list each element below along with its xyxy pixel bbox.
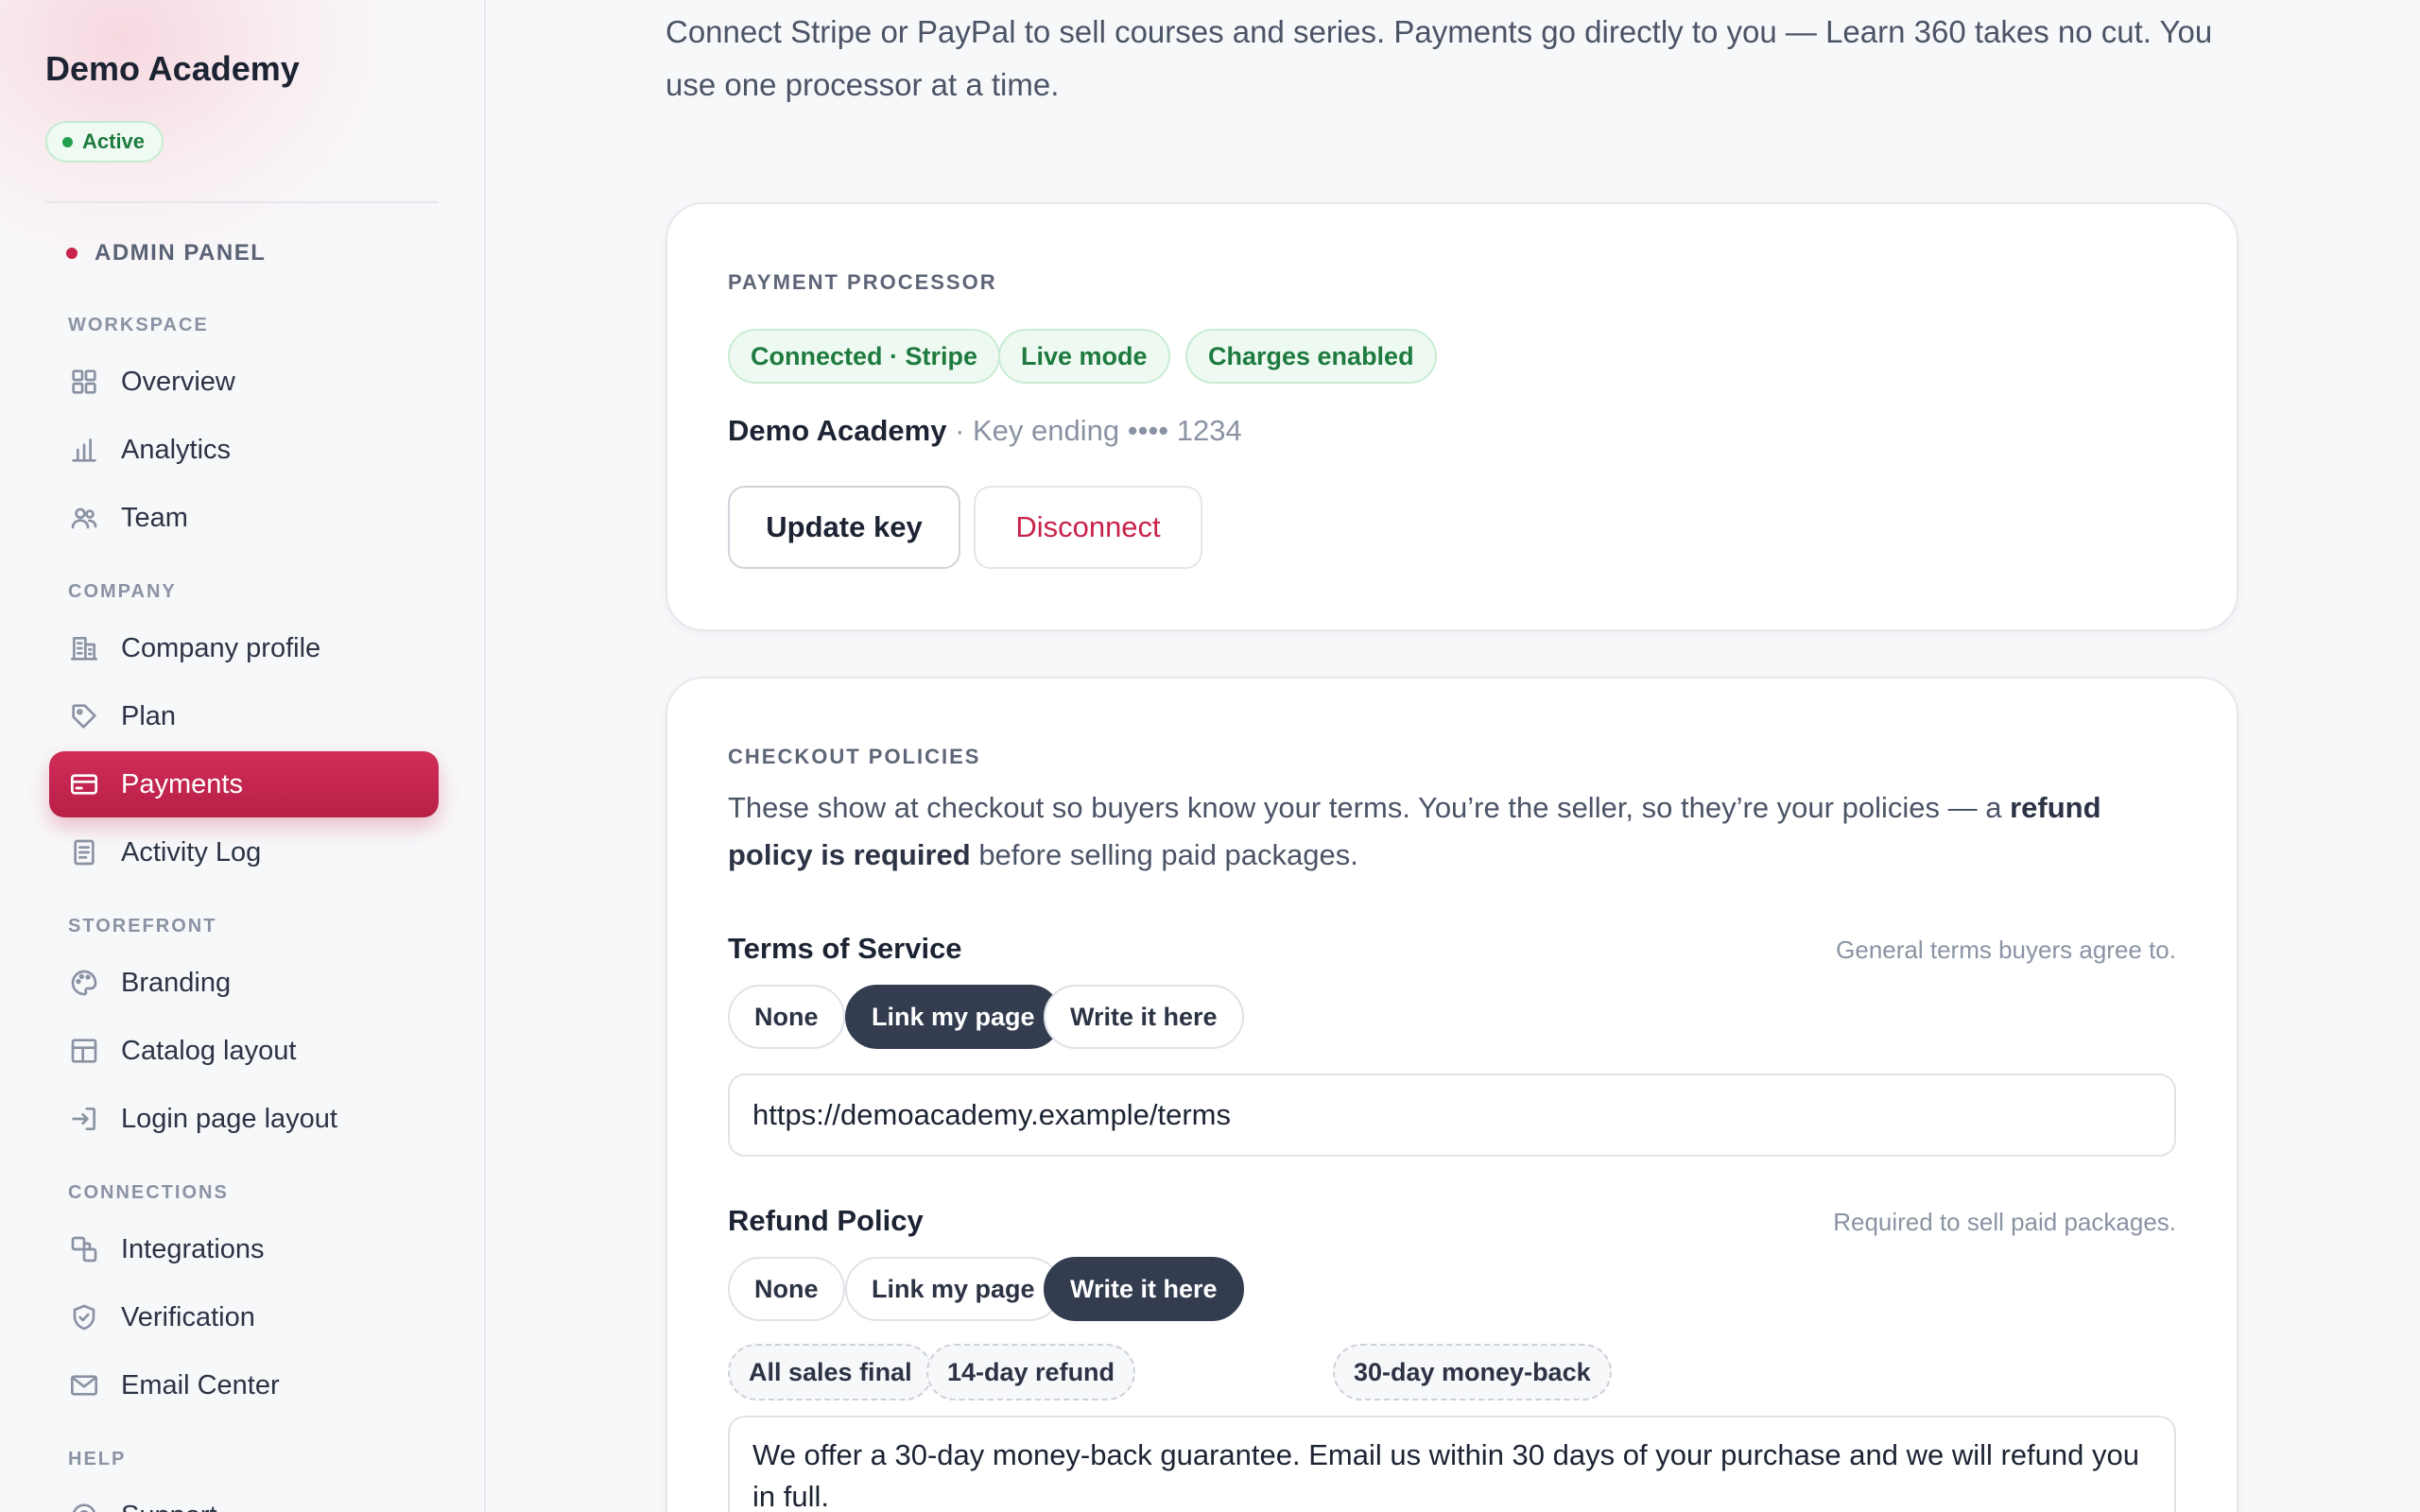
refund-preset-30-day[interactable]: 30-day money-back [1333, 1344, 1612, 1400]
refund-option-none[interactable]: None [728, 1257, 845, 1321]
refund-option-link[interactable]: Link my page [845, 1257, 1062, 1321]
refund-policy-textarea[interactable]: We offer a 30-day money-back guarantee. … [728, 1416, 2176, 1512]
sidebar-item-email-center[interactable]: Email Center [49, 1352, 439, 1418]
status-badge-connected: Connected · Stripe [728, 329, 1001, 384]
policies-desc-text: These show at checkout so buyers know yo… [728, 791, 2011, 824]
sidebar-item-label: Overview [121, 366, 235, 397]
company-name: Demo Academy [45, 49, 300, 88]
section-label-connections: CONNECTIONS [68, 1182, 229, 1203]
sidebar-item-label: Activity Log [121, 836, 262, 868]
key-ending: · Key ending •••• 1234 [946, 414, 1242, 447]
section-label-help: HELP [68, 1449, 127, 1469]
refund-option-write[interactable]: Write it here [1044, 1257, 1244, 1321]
sidebar-item-label: Email Center [121, 1369, 280, 1400]
status-badge-live-mode: Live mode [998, 329, 1170, 384]
terms-hint: General terms buyers agree to. [1836, 936, 2176, 964]
update-key-button[interactable]: Update key [728, 486, 960, 569]
sidebar-item-analytics[interactable]: Analytics [49, 417, 439, 483]
sidebar-item-company-profile[interactable]: Company profile [49, 615, 439, 681]
refund-hint: Required to sell paid packages. [1833, 1208, 2176, 1236]
status-dot-icon [62, 136, 73, 147]
sidebar-item-login-page-layout[interactable]: Login page layout [49, 1086, 439, 1152]
sidebar-item-overview[interactable]: Overview [49, 349, 439, 415]
status-badge-charges-enabled: Charges enabled [1185, 329, 1437, 384]
layout-icon [68, 1035, 100, 1067]
main-content: Connect Stripe or PayPal to sell courses… [488, 0, 2420, 1512]
status-badge: Active [45, 121, 164, 163]
tag-icon [68, 700, 100, 732]
sidebar-item-plan[interactable]: Plan [49, 683, 439, 749]
section-label-company: COMPANY [68, 581, 177, 602]
sidebar-item-label: Catalog layout [121, 1035, 297, 1066]
card-label: PAYMENT PROCESSOR [728, 270, 997, 294]
terms-url-input[interactable]: https://demoacademy.example/terms [728, 1074, 2176, 1157]
checkout-policies-card: CHECKOUT POLICIES These show at checkout… [666, 677, 2238, 1512]
sidebar-item-support[interactable]: Support [49, 1483, 439, 1512]
users-icon [68, 502, 100, 534]
admin-panel-label: ADMIN PANEL [66, 240, 266, 266]
sidebar-item-label: Integrations [121, 1233, 265, 1264]
credit-card-icon [68, 768, 100, 800]
support-icon [68, 1500, 100, 1512]
section-label-storefront: STOREFRONT [68, 916, 217, 936]
integrations-icon [68, 1233, 100, 1265]
admin-panel-text: ADMIN PANEL [95, 240, 267, 266]
document-icon [68, 836, 100, 868]
bar-chart-icon [68, 434, 100, 466]
sidebar-item-verification[interactable]: Verification [49, 1284, 439, 1350]
sidebar-item-team[interactable]: Team [49, 485, 439, 551]
sidebar-item-catalog-layout[interactable]: Catalog layout [49, 1018, 439, 1084]
sidebar-item-payments[interactable]: Payments [49, 751, 439, 817]
policies-desc-text-end: before selling paid packages. [970, 838, 1358, 871]
sidebar-divider [45, 201, 439, 203]
page-intro: Connect Stripe or PayPal to sell courses… [666, 14, 2213, 102]
refund-preset-all-sales-final[interactable]: All sales final [728, 1344, 933, 1400]
payment-processor-card: PAYMENT PROCESSOR Connected · Stripe Liv… [666, 202, 2238, 631]
sidebar-item-label: Verification [121, 1301, 255, 1332]
app-root: Demo Academy Active ADMIN PANEL WORKSPAC… [0, 0, 2420, 1512]
sidebar-item-label: Payments [121, 768, 243, 799]
login-icon [68, 1103, 100, 1135]
sidebar-item-label: Branding [121, 967, 232, 998]
disconnect-button[interactable]: Disconnect [974, 486, 1202, 569]
terms-option-link[interactable]: Link my page [845, 985, 1062, 1049]
mail-icon [68, 1369, 100, 1401]
palette-icon [68, 967, 100, 999]
status-label: Active [82, 129, 146, 153]
sidebar-item-label: Login page layout [121, 1103, 337, 1134]
terms-title: Terms of Service [728, 932, 962, 965]
shield-check-icon [68, 1301, 100, 1333]
sidebar-item-label: Plan [121, 700, 177, 731]
sidebar-item-label: Team [121, 502, 188, 533]
sidebar-item-label: Company profile [121, 632, 321, 663]
terms-option-none[interactable]: None [728, 985, 845, 1049]
refund-preset-14-day[interactable]: 14-day refund [926, 1344, 1136, 1400]
sidebar-item-activity-log[interactable]: Activity Log [49, 819, 439, 885]
section-label-workspace: WORKSPACE [68, 315, 209, 335]
sidebar-item-label: Support [121, 1501, 217, 1512]
terms-option-write[interactable]: Write it here [1044, 985, 1244, 1049]
connected-account: Demo Academy · Key ending •••• 1234 [728, 414, 1242, 448]
refund-title: Refund Policy [728, 1204, 924, 1237]
sidebar-item-branding[interactable]: Branding [49, 950, 439, 1016]
policies-description: These show at checkout so buyers know yo… [728, 784, 2184, 879]
account-name: Demo Academy [728, 414, 947, 447]
sidebar-item-integrations[interactable]: Integrations [49, 1216, 439, 1282]
sidebar-item-label: Analytics [121, 434, 232, 465]
card-label: CHECKOUT POLICIES [728, 745, 981, 768]
building-icon [68, 632, 100, 664]
admin-dot-icon [66, 248, 78, 259]
sidebar: Demo Academy Active ADMIN PANEL WORKSPAC… [0, 0, 486, 1512]
grid-icon [68, 366, 100, 398]
